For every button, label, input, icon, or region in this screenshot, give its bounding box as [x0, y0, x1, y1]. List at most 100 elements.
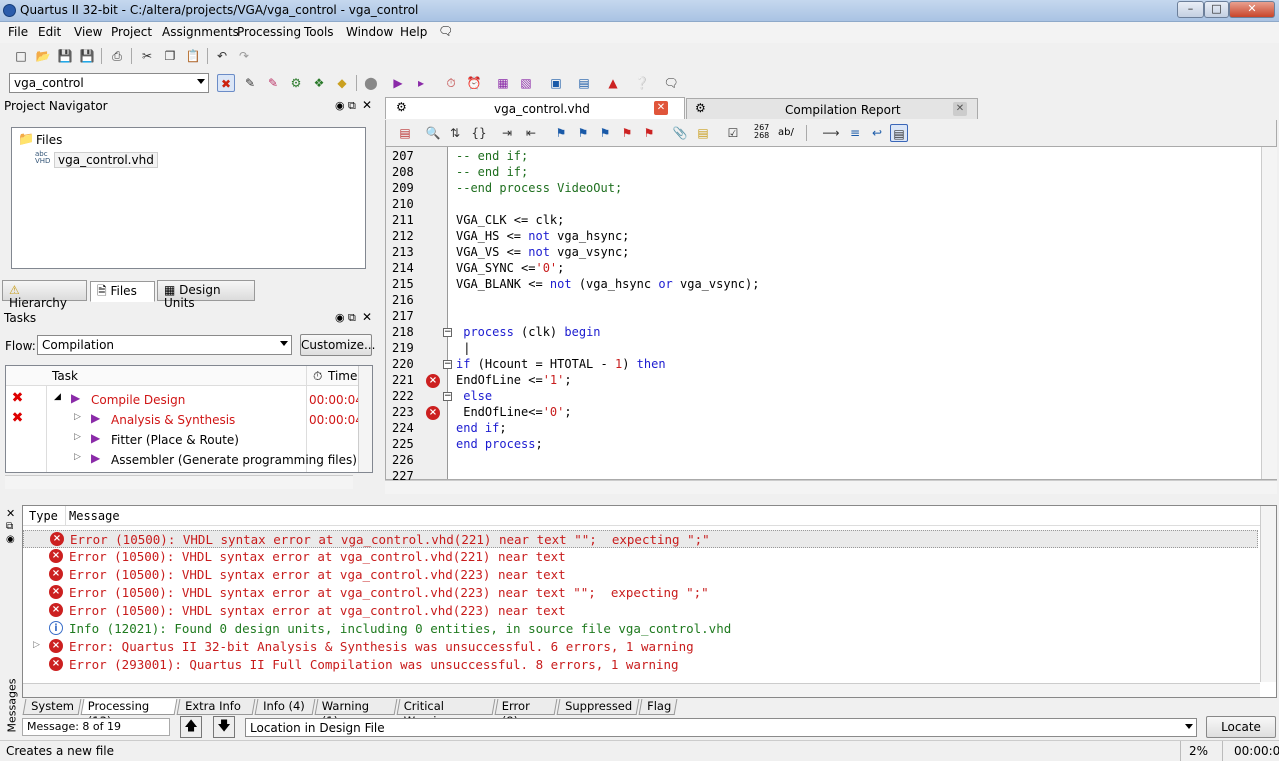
- tab-files[interactable]: 🗎 Files: [90, 281, 155, 302]
- float-icon[interactable]: ⧉: [6, 521, 13, 532]
- fold-toggle-icon[interactable]: −: [443, 360, 452, 369]
- save-icon[interactable]: 💾: [56, 47, 74, 65]
- open-file-icon[interactable]: 📂: [34, 47, 52, 65]
- customize-button[interactable]: Customize...: [300, 334, 375, 356]
- whats-this-icon[interactable]: 🗨: [438, 24, 453, 38]
- expand-arrow-icon[interactable]: ▷: [33, 640, 40, 650]
- increase-indent-icon[interactable]: ≡: [846, 124, 864, 142]
- print-icon[interactable]: ⎙: [108, 47, 126, 65]
- pin-icon[interactable]: ◉: [335, 99, 345, 112]
- feedback-icon[interactable]: 🗨: [662, 74, 680, 92]
- message-row[interactable]: × Error (10500): VHDL syntax error at vga…: [23, 602, 1258, 620]
- close-panel-icon[interactable]: ✕: [362, 98, 372, 112]
- close-window-button[interactable]: ✕: [1229, 1, 1275, 18]
- pin-icon[interactable]: ◉: [6, 534, 15, 545]
- menu-assignments[interactable]: Assignments: [162, 25, 239, 39]
- tab-hierarchy[interactable]: ⚠ Hierarchy: [2, 280, 87, 310]
- flow-select[interactable]: Compilation: [37, 335, 292, 355]
- save-all-icon[interactable]: 💾: [78, 47, 96, 65]
- location-combo[interactable]: Location in Design File: [245, 718, 1197, 737]
- float-icon[interactable]: ⧉: [348, 311, 356, 325]
- close-panel-icon[interactable]: ✕: [362, 310, 372, 324]
- tab-compilation-report[interactable]: ⚙ Compilation Report ✕: [686, 98, 978, 119]
- play-icon[interactable]: ▶: [71, 391, 80, 405]
- line-number-icon[interactable]: 267 268: [754, 124, 769, 140]
- expand-arrow-icon[interactable]: ▷: [74, 412, 81, 422]
- fold-toggle-icon[interactable]: −: [443, 328, 452, 337]
- col-message[interactable]: Message: [69, 509, 120, 523]
- signaltap-icon[interactable]: ▤: [575, 74, 593, 92]
- copy-icon[interactable]: ❐: [161, 47, 179, 65]
- message-tab[interactable]: Critical Warning: [396, 699, 496, 728]
- comment-icon[interactable]: ↩: [868, 124, 886, 142]
- top-level-entity-combo[interactable]: vga_control: [9, 73, 209, 93]
- help-icon[interactable]: ❔: [633, 74, 651, 92]
- tab-vga-control-vhd[interactable]: ⚙ vga_control.vhd ✕: [385, 97, 685, 119]
- start-compilation-icon[interactable]: ▶: [389, 74, 407, 92]
- tasks-vertical-scrollbar[interactable]: [358, 366, 372, 472]
- chip-planner-2-icon[interactable]: ▣: [547, 74, 565, 92]
- design-partition-icon[interactable]: ❖: [310, 74, 328, 92]
- message-tab[interactable]: System: [22, 699, 82, 715]
- col-task[interactable]: Task: [52, 369, 78, 383]
- bookmark-icon[interactable]: ⚑: [552, 124, 570, 142]
- message-tab[interactable]: Suppressed: [556, 699, 640, 715]
- check-icon[interactable]: ☑: [724, 124, 742, 142]
- close-tab-icon[interactable]: ✕: [953, 102, 967, 116]
- expand-arrow-icon[interactable]: ▷: [74, 452, 81, 462]
- programmer-icon[interactable]: ▲: [604, 74, 622, 92]
- redo-icon[interactable]: ↷: [235, 47, 253, 65]
- paste-icon[interactable]: 📋: [184, 47, 202, 65]
- arrow-right-icon[interactable]: ⟶: [822, 124, 840, 142]
- indent-icon[interactable]: ⇥: [498, 124, 516, 142]
- menu-tools[interactable]: Tools: [304, 25, 334, 39]
- menu-window[interactable]: Window: [346, 25, 393, 39]
- message-tab[interactable]: Flag: [638, 699, 678, 715]
- attach-icon[interactable]: 📎: [671, 124, 689, 142]
- template-icon[interactable]: ▤: [694, 124, 712, 142]
- expand-arrow-icon[interactable]: ▷: [74, 432, 81, 442]
- message-row[interactable]: × Error (293001): Quartus II Full Compila…: [23, 656, 1258, 674]
- timing-analyzer-icon[interactable]: ⏱: [442, 74, 460, 92]
- message-tab[interactable]: Warning (1): [314, 699, 398, 728]
- fold-toggle-icon[interactable]: −: [443, 392, 452, 401]
- messages-horizontal-scrollbar[interactable]: [23, 683, 1260, 697]
- pin-icon[interactable]: ◉: [335, 311, 345, 324]
- find-window-icon[interactable]: ▤: [396, 124, 414, 142]
- outdent-icon[interactable]: ⇤: [522, 124, 540, 142]
- menu-edit[interactable]: Edit: [38, 25, 61, 39]
- toggle-panel-icon[interactable]: ▤: [890, 124, 908, 142]
- message-row[interactable]: × Error (10500): VHDL syntax error at vga…: [23, 530, 1258, 548]
- play-icon[interactable]: ▶: [91, 411, 100, 425]
- bookmark-clear-icon[interactable]: ⚑: [618, 124, 636, 142]
- menu-processing[interactable]: Processing: [237, 25, 301, 39]
- error-marker-icon[interactable]: ×: [426, 374, 440, 388]
- close-tab-icon[interactable]: ✕: [654, 101, 668, 115]
- assignment-editor-icon[interactable]: ✎: [264, 74, 282, 92]
- sort-icon[interactable]: ⇅: [446, 124, 464, 142]
- stop-icon[interactable]: ⬤: [362, 74, 380, 92]
- bookmark-clear-all-icon[interactable]: ⚑: [640, 124, 658, 142]
- new-file-icon[interactable]: □: [12, 47, 30, 65]
- task-row-assembler[interactable]: ▷ ▶ Assembler (Generate programming file…: [6, 450, 358, 470]
- netlist-viewer-icon[interactable]: ▦: [494, 74, 512, 92]
- message-row[interactable]: × Error (10500): VHDL syntax error at vga…: [23, 548, 1258, 566]
- tasks-horizontal-scrollbar[interactable]: [5, 475, 353, 489]
- error-marker-icon[interactable]: ×: [426, 406, 440, 420]
- col-type[interactable]: Type: [29, 509, 58, 523]
- analysis-synthesis-icon[interactable]: ▸: [412, 74, 430, 92]
- file-item-vga-control[interactable]: vga_control.vhd: [54, 152, 158, 168]
- message-tab[interactable]: Info (4): [254, 699, 316, 715]
- editor-vertical-scrollbar[interactable]: [1261, 147, 1277, 479]
- float-icon[interactable]: ⧉: [348, 99, 356, 113]
- undo-icon[interactable]: ↶: [213, 47, 231, 65]
- collapse-arrow-icon[interactable]: ◢: [54, 392, 61, 402]
- message-tab[interactable]: Extra Info: [176, 699, 256, 715]
- cut-icon[interactable]: ✂: [138, 47, 156, 65]
- locate-button[interactable]: Locate: [1206, 716, 1276, 738]
- message-row[interactable]: × ▷ Error: Quartus II 32-bit Analysis & Sy…: [23, 638, 1258, 656]
- task-row-analysis-synthesis[interactable]: ✖ ▷ ▶ Analysis & Synthesis 00:00:04: [6, 410, 363, 430]
- messages-vertical-scrollbar[interactable]: [1260, 506, 1276, 682]
- word-wrap-icon[interactable]: ab/: [778, 127, 794, 138]
- next-message-button[interactable]: 🡇: [213, 716, 235, 738]
